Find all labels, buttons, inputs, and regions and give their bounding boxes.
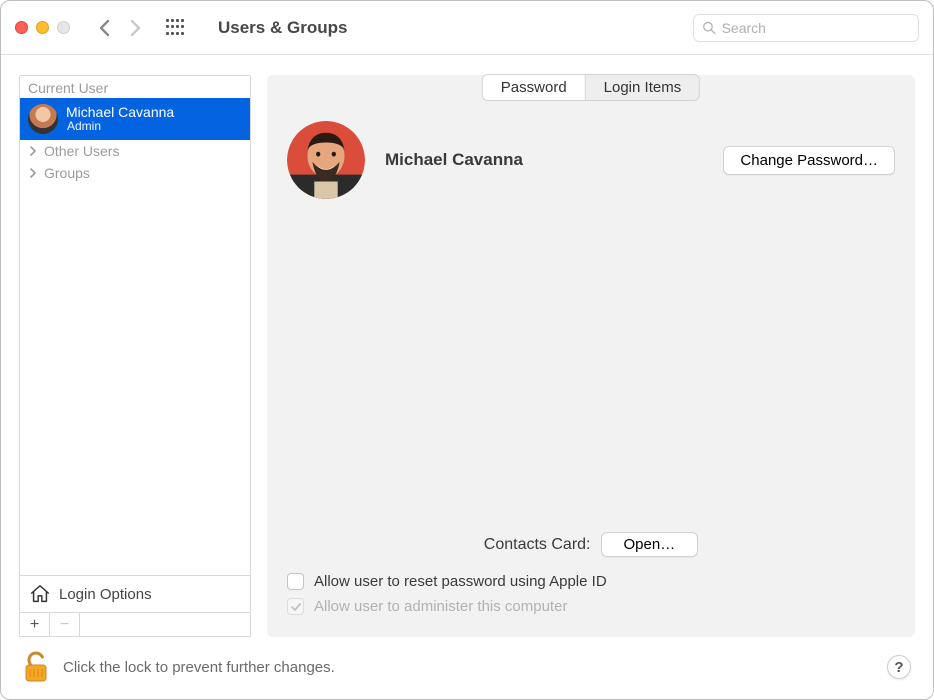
footer: Click the lock to prevent further change… — [19, 637, 915, 687]
sidebar-user-role: Admin — [67, 120, 174, 133]
checkbox-checked-icon — [287, 598, 304, 615]
add-user-button[interactable]: + — [20, 613, 50, 636]
lock-button[interactable] — [23, 651, 49, 683]
remove-user-button[interactable]: − — [50, 613, 80, 636]
user-list: Current User Michael Cavanna Admin Other… — [19, 75, 251, 613]
zoom-window-button[interactable] — [57, 21, 70, 34]
sidebar-item-login-options[interactable]: Login Options — [20, 575, 250, 612]
minimize-window-button[interactable] — [36, 21, 49, 34]
add-remove-bar: + − — [19, 613, 251, 637]
nav-arrows — [98, 19, 142, 37]
sidebar-item-current-user[interactable]: Michael Cavanna Admin — [20, 98, 250, 140]
prefs-window: Users & Groups Current User Michael Cava… — [0, 0, 934, 700]
search-icon — [702, 20, 716, 35]
checkbox-label-reset-appleid: Allow user to reset password using Apple… — [314, 573, 607, 590]
checkbox-unchecked-icon — [287, 573, 304, 590]
traffic-lights — [15, 21, 70, 34]
search-field[interactable] — [693, 14, 919, 42]
sidebar: Current User Michael Cavanna Admin Other… — [19, 75, 251, 637]
chevron-right-icon — [28, 146, 38, 156]
show-all-prefs-button[interactable] — [166, 19, 184, 37]
forward-button[interactable] — [130, 19, 142, 37]
titlebar: Users & Groups — [1, 1, 933, 55]
search-input[interactable] — [722, 20, 910, 36]
back-button[interactable] — [98, 19, 110, 37]
checkbox-row-reset-appleid[interactable]: Allow user to reset password using Apple… — [287, 569, 895, 594]
avatar-small — [28, 104, 58, 134]
checkbox-row-administer: Allow user to administer this computer — [287, 594, 895, 619]
tab-bar: Password Login Items — [482, 74, 700, 101]
avatar-large[interactable] — [287, 121, 365, 199]
tab-login-items[interactable]: Login Items — [586, 75, 700, 100]
main-panel: Password Login Items — [267, 75, 915, 637]
sidebar-item-other-users[interactable]: Other Users — [20, 140, 250, 162]
window-title: Users & Groups — [218, 18, 347, 38]
change-password-button[interactable]: Change Password… — [723, 146, 895, 175]
sidebar-groups-label: Groups — [44, 165, 90, 181]
contacts-card-label: Contacts Card: — [484, 536, 591, 554]
checkbox-label-administer: Allow user to administer this computer — [314, 598, 567, 615]
current-user-header: Current User — [20, 76, 250, 98]
sidebar-item-groups[interactable]: Groups — [20, 162, 250, 184]
sidebar-other-users-label: Other Users — [44, 143, 119, 159]
close-window-button[interactable] — [15, 21, 28, 34]
open-contacts-button[interactable]: Open… — [601, 532, 699, 557]
sidebar-user-name: Michael Cavanna — [66, 105, 174, 120]
help-button[interactable]: ? — [887, 655, 911, 679]
chevron-right-icon — [28, 168, 38, 178]
login-options-label: Login Options — [59, 586, 152, 603]
lock-hint-text: Click the lock to prevent further change… — [63, 659, 335, 676]
tab-password[interactable]: Password — [483, 75, 586, 100]
profile-name: Michael Cavanna — [385, 150, 523, 170]
house-icon — [29, 583, 51, 605]
